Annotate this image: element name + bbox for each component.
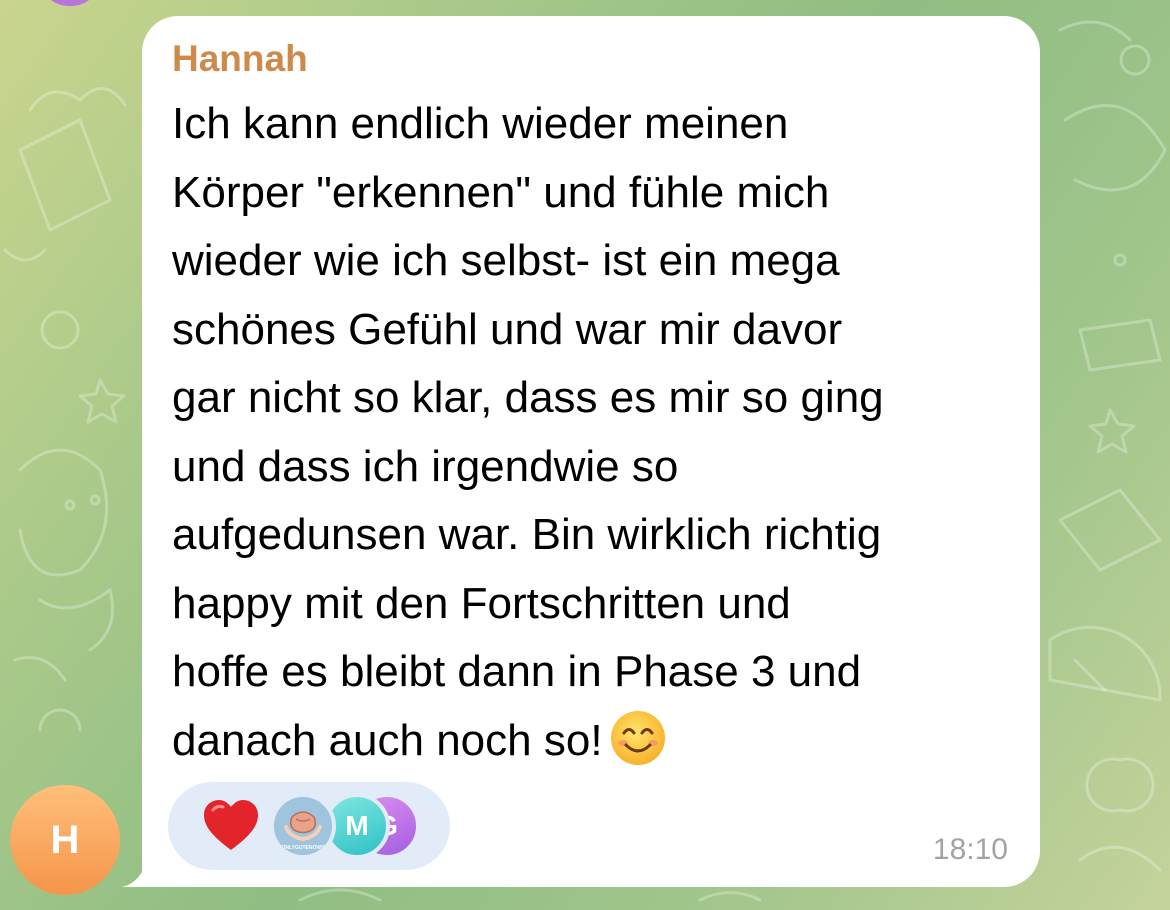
onlygutenows-logo-icon: ONLYGUTENOWS — [274, 797, 332, 855]
message-timestamp: 18:10 — [932, 833, 1008, 866]
sender-avatar[interactable]: H — [10, 785, 120, 895]
sender-avatar-initial: H — [50, 817, 80, 862]
reactor-avatar-m-initial: M — [345, 810, 369, 841]
logo-text: ONLYGUTENOWS — [282, 845, 326, 851]
red-heart-reaction-icon[interactable] — [202, 798, 260, 857]
reactions-bar[interactable]: G M ONLYGUTENOWS — [168, 782, 450, 870]
smiling-face-emoji-icon — [609, 709, 667, 788]
message-text-body: Ich kann endlich wieder meinen Körper "e… — [172, 99, 884, 765]
sender-name[interactable]: Hannah — [172, 36, 1010, 82]
message-bubble[interactable]: Hannah Ich kann endlich wieder meinen Kö… — [142, 16, 1040, 887]
message-text: Ich kann endlich wieder meinen Körper "e… — [172, 90, 1012, 787]
reactor-avatar-logo[interactable]: ONLYGUTENOWS — [270, 793, 336, 859]
